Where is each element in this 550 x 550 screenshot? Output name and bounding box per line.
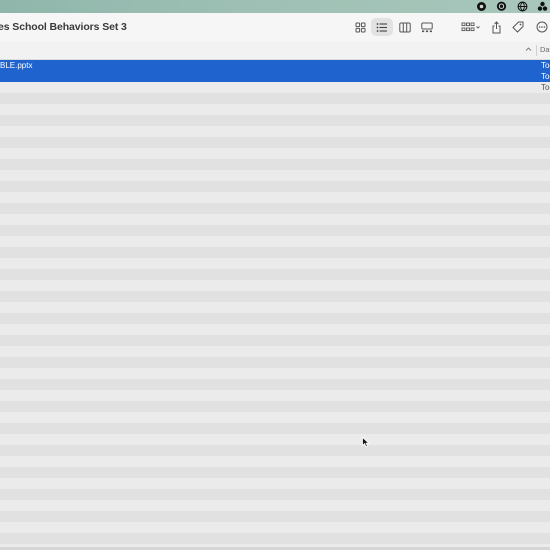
column-view-button[interactable]: [394, 18, 416, 36]
group-grid-icon: [461, 22, 480, 31]
chat-bubble-icon[interactable]: [496, 1, 507, 12]
more-actions-button[interactable]: [531, 18, 550, 36]
file-date: Tod: [541, 72, 550, 81]
menu-bar: [0, 0, 550, 13]
group-by-button[interactable]: [458, 18, 484, 36]
share-icon: [492, 20, 500, 33]
ellipsis-circle-icon: [536, 21, 548, 33]
record-icon[interactable]: [476, 1, 487, 12]
globe-icon[interactable]: [517, 1, 528, 12]
file-row[interactable]: Tod: [0, 82, 550, 93]
column-header: Dat: [0, 42, 550, 60]
icon-view-button[interactable]: [349, 18, 371, 36]
file-name: BLE.pptx: [0, 61, 33, 70]
mouse-cursor-icon: [362, 437, 370, 448]
tag-icon: [512, 21, 524, 33]
columns-icon: [399, 22, 411, 32]
grid-icon: [355, 22, 365, 32]
file-row[interactable]: Tod: [0, 71, 550, 82]
file-date: Tod: [541, 61, 550, 70]
column-divider[interactable]: [536, 45, 537, 56]
file-list[interactable]: BLE.pptx Tod Tod Tod: [0, 60, 550, 547]
finder-toolbar: es School Behaviors Set 3: [0, 13, 550, 43]
file-date: Tod: [541, 83, 550, 92]
gallery-view-button[interactable]: [416, 18, 438, 36]
tags-button[interactable]: [507, 18, 529, 36]
sort-ascending-icon[interactable]: [525, 45, 532, 53]
list-view-button[interactable]: [371, 18, 393, 36]
window-title: es School Behaviors Set 3: [0, 21, 127, 33]
gallery-icon: [421, 22, 433, 32]
date-column-header[interactable]: Dat: [540, 45, 550, 54]
share-button[interactable]: [485, 18, 507, 36]
file-row[interactable]: BLE.pptx Tod: [0, 60, 550, 71]
creative-cloud-icon[interactable]: [537, 1, 548, 12]
list-icon: [376, 22, 387, 32]
